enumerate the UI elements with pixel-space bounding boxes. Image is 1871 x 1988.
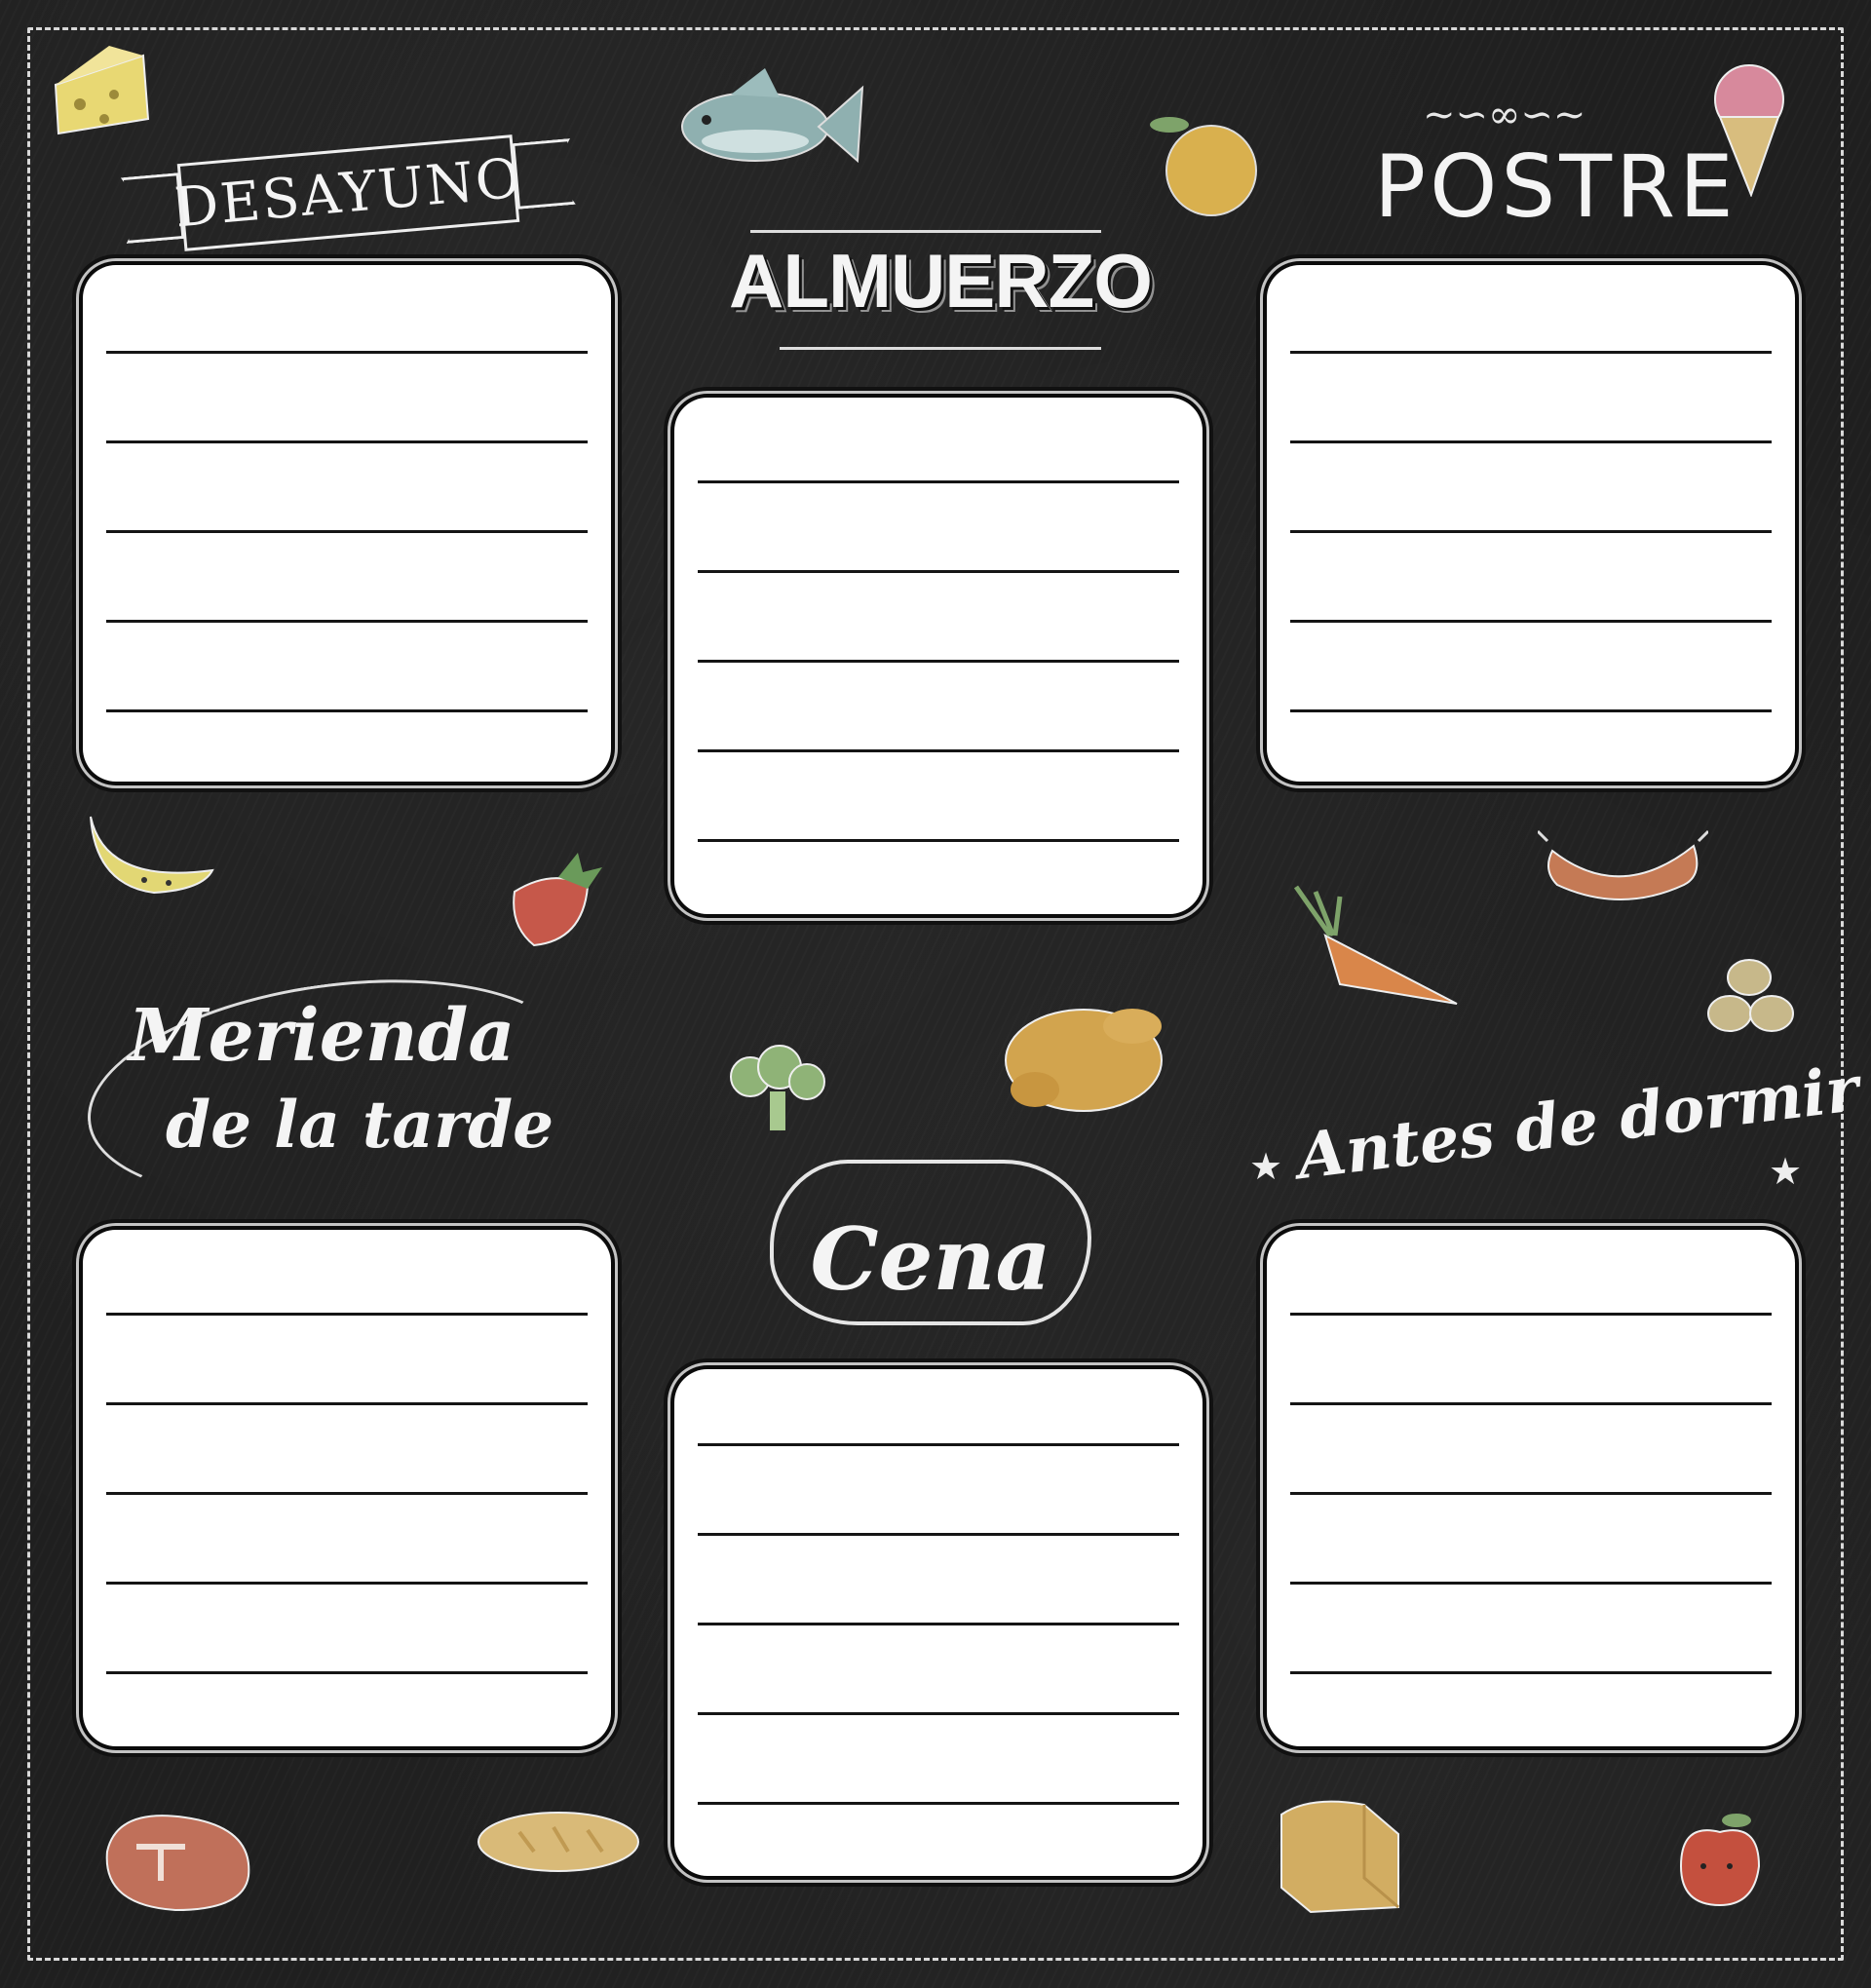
chicken-icon [1005,1009,1163,1112]
postre-flourish: ~∽∞∽~ [1423,93,1586,137]
writing-line [698,1712,1179,1715]
baguette-icon [477,1812,639,1872]
almuerzo-bottom-rule [780,347,1101,350]
box-cena[interactable] [674,1369,1203,1876]
almuerzo-top-rule [750,230,1101,233]
writing-line [1290,620,1772,623]
writing-line [106,1492,588,1495]
apple-icon [1679,1814,1761,1907]
writing-line [106,1402,588,1405]
carrot-icon [1293,885,1458,1005]
sausage-icon [1538,829,1708,900]
potatoes-icon [1707,959,1794,1032]
writing-line [106,620,588,623]
writing-line [106,1313,588,1316]
writing-line [106,709,588,712]
writing-line [1290,530,1772,533]
writing-line [106,351,588,354]
writing-line [698,1533,1179,1536]
writing-line [698,1623,1179,1625]
writing-line [1290,351,1772,354]
box-almuerzo[interactable] [674,398,1203,914]
writing-line [106,440,588,443]
bread-loaf-icon [1280,1800,1399,1914]
title-de-la-tarde: de la tarde [166,1087,554,1163]
title-almuerzo: ALMUERZO [729,238,1153,324]
writing-line [1290,440,1772,443]
writing-line [698,1802,1179,1805]
title-postre: POSTRE [1374,136,1737,237]
writing-line [698,480,1179,483]
cheese-icon [54,46,150,135]
writing-line [698,570,1179,573]
strawberry-icon [513,853,602,947]
broccoli-icon [730,1045,825,1130]
orange-icon [1150,117,1257,216]
star-icon: ★ [1769,1150,1803,1193]
box-merienda[interactable] [83,1230,611,1746]
star-icon: ★ [1249,1145,1283,1188]
writing-line [698,660,1179,663]
steak-icon [105,1815,250,1912]
writing-line [1290,709,1772,712]
writing-line [1290,1582,1772,1585]
meal-planner-board: DESAYUNO ALMUERZO ~∽∞∽~ POSTRE Merienda … [0,0,1871,1988]
writing-line [698,749,1179,752]
writing-line [1290,1671,1772,1674]
box-postre[interactable] [1267,265,1795,782]
fish-icon [681,68,864,164]
writing-line [106,1582,588,1585]
writing-line [106,1671,588,1674]
writing-line [698,839,1179,842]
writing-line [1290,1313,1772,1316]
banana-icon [90,816,214,895]
writing-line [1290,1402,1772,1405]
title-cena: Cena [810,1208,1051,1310]
writing-line [106,530,588,533]
writing-line [1290,1492,1772,1495]
box-antes-de-dormir[interactable] [1267,1230,1795,1746]
ice-cream-icon [1714,64,1784,197]
writing-line [698,1443,1179,1446]
box-desayuno[interactable] [83,265,611,782]
title-merienda: Merienda [128,994,515,1078]
